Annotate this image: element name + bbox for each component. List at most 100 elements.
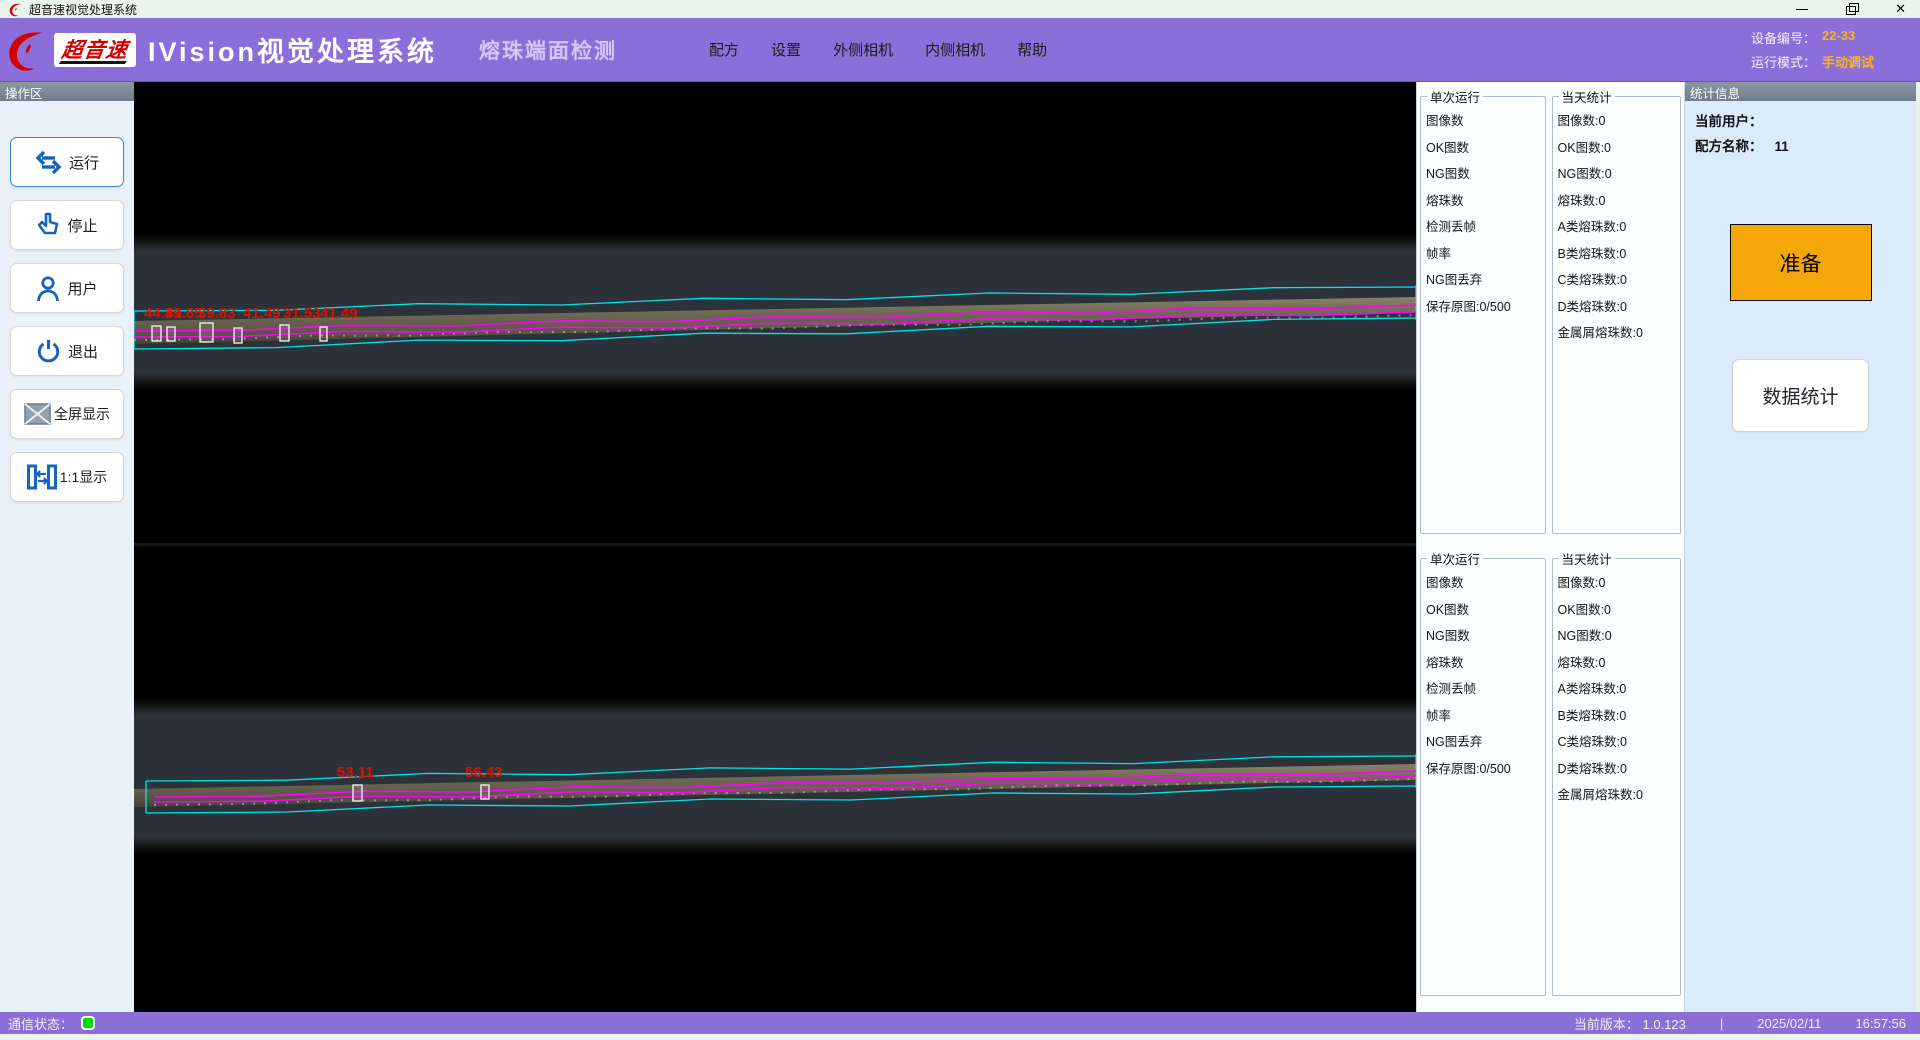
statistics-info-panel: 统计信息 当前用户： 配方名称： 11 准备 数据统计 (1684, 82, 1916, 1012)
outer-camera-overlay: 44.3941.8539.8341.4931.5341.49 (134, 85, 1416, 543)
fullscreen-button-label: 全屏显示 (54, 404, 110, 424)
run-mode-label: 运行模式： (1751, 52, 1816, 71)
window-frame-edge (0, 1034, 1920, 1040)
close-button[interactable]: ✕ (1895, 3, 1906, 15)
app-subtitle: 熔珠端面检测 (479, 35, 617, 65)
stat-row: OK图数:0 (1558, 135, 1680, 162)
stat-row: NG图数:0 (1558, 623, 1680, 650)
daily-stats-title: 当天统计 (1559, 549, 1615, 568)
stat-row: 图像数:0 (1558, 570, 1680, 597)
status-date: 2025/02/11 (1757, 1016, 1821, 1031)
svg-text:41.85: 41.85 (165, 305, 203, 322)
run-cycle-icon (35, 150, 62, 174)
stat-row: NG图数 (1426, 623, 1545, 650)
stat-row: B类熔珠数:0 (1558, 241, 1680, 268)
menu-item[interactable]: 帮助 (1017, 39, 1047, 60)
stat-row: 图像数 (1426, 108, 1545, 135)
app-window: 超音速视觉处理系统 ✕ 超音速 IVision视觉处理系统 熔珠端面检测 配方设… (0, 0, 1920, 1040)
power-icon (36, 339, 61, 364)
ready-button[interactable]: 准备 (1730, 224, 1872, 301)
stat-row: 检测丢帧 (1426, 676, 1545, 703)
operations-sidebar: 操作区 运行 停止 (0, 82, 134, 1012)
status-bar: 通信状态： 当前版本： 1.0.123 | 2025/02/11 16:57:5… (0, 1012, 1920, 1034)
stat-row: OK图数:0 (1558, 597, 1680, 624)
stat-row: 熔珠数:0 (1558, 188, 1680, 215)
daily-stats-title: 当天统计 (1559, 87, 1615, 106)
menu-bar: 配方 设置 外侧相机 内侧相机 帮助 (709, 39, 1047, 60)
stat-row: OK图数 (1426, 597, 1545, 624)
stat-row: D类熔珠数:0 (1558, 294, 1680, 321)
exit-button[interactable]: 退出 (10, 326, 124, 376)
stat-row: 保存原图:0/500 (1426, 756, 1545, 783)
stat-row: NG图丢弃 (1426, 267, 1545, 294)
data-statistics-button[interactable]: 数据统计 (1732, 359, 1869, 432)
titlebar: 超音速视觉处理系统 ✕ (0, 0, 1920, 18)
app-logo-icon (8, 2, 23, 17)
info-panel-title: 统计信息 (1685, 82, 1916, 101)
svg-text:41.49: 41.49 (320, 305, 358, 322)
version-label: 当前版本： (1574, 1017, 1639, 1032)
stop-button-label: 停止 (67, 215, 97, 236)
window-title: 超音速视觉处理系统 (29, 1, 137, 18)
user-icon (36, 275, 60, 301)
stat-row: A类熔珠数:0 (1558, 214, 1680, 241)
run-button-label: 运行 (69, 152, 99, 173)
stat-row: C类熔珠数:0 (1558, 267, 1680, 294)
header-bar: 超音速 IVision视觉处理系统 熔珠端面检测 配方设置外侧相机内侧相机帮助 … (0, 18, 1920, 82)
stat-row: 金属屑熔珠数:0 (1558, 320, 1680, 347)
one-to-one-button[interactable]: 1:1显示 (10, 452, 124, 502)
stat-row: NG图数:0 (1558, 161, 1680, 188)
menu-item[interactable]: 内侧相机 (925, 39, 985, 60)
svg-text:31.53: 31.53 (283, 305, 321, 322)
outer-camera-image-panel[interactable]: 44.3941.8539.8341.4931.5341.49 (134, 85, 1416, 543)
device-id-value: 22-33 (1822, 28, 1892, 47)
fullscreen-icon (24, 403, 51, 425)
user-button[interactable]: 用户 (10, 263, 124, 313)
svg-text:39.83: 39.83 (198, 305, 236, 322)
outer-camera-stats: 单次运行 图像数OK图数NG图数熔珠数检测丢帧帧率NG图丢弃保存原图:0/500… (1420, 87, 1681, 534)
one-to-one-icon (27, 464, 57, 490)
stat-row: 熔珠数:0 (1558, 650, 1680, 677)
daily-stats-group: 当天统计 图像数:0OK图数:0NG图数:0熔珠数:0A类熔珠数:0B类熔珠数:… (1552, 549, 1681, 996)
single-run-title: 单次运行 (1427, 549, 1483, 568)
comm-status-indicator (81, 1016, 95, 1030)
run-mode-value: 手动调试 (1822, 52, 1892, 71)
menu-item[interactable]: 设置 (771, 39, 801, 60)
run-button[interactable]: 运行 (10, 137, 124, 187)
current-user-label: 当前用户： (1695, 109, 1763, 134)
single-run-group: 单次运行 图像数OK图数NG图数熔珠数检测丢帧帧率NG图丢弃保存原图:0/500 (1420, 549, 1546, 996)
stat-row: NG图数 (1426, 161, 1545, 188)
stat-row: OK图数 (1426, 135, 1545, 162)
user-button-label: 用户 (67, 278, 97, 299)
stop-button[interactable]: 停止 (10, 200, 124, 250)
comm-status-label: 通信状态： (8, 1014, 73, 1033)
sidebar-title: 操作区 (0, 82, 134, 101)
stat-row: 图像数 (1426, 570, 1545, 597)
restore-button[interactable] (1845, 3, 1859, 15)
menu-item[interactable]: 外侧相机 (833, 39, 893, 60)
camera-view-area: 44.3941.8539.8341.4931.5341.49 53.1156.4… (134, 82, 1416, 1012)
brand-swoosh-icon (4, 27, 50, 73)
stat-row: 熔珠数 (1426, 650, 1545, 677)
menu-item[interactable]: 配方 (709, 39, 739, 60)
svg-text:41.49: 41.49 (243, 305, 281, 322)
status-time: 16:57:56 (1855, 1016, 1906, 1031)
stat-row: 金属屑熔珠数:0 (1558, 782, 1680, 809)
inner-camera-image-panel[interactable]: 53.11 56.43 (134, 546, 1416, 1004)
fullscreen-button[interactable]: 全屏显示 (10, 389, 124, 439)
stat-row: D类熔珠数:0 (1558, 756, 1680, 783)
svg-text:56.43: 56.43 (465, 764, 503, 781)
stat-row: NG图丢弃 (1426, 729, 1545, 756)
recipe-name-value: 11 (1775, 134, 1789, 159)
stat-row: A类熔珠数:0 (1558, 676, 1680, 703)
stop-hand-icon (36, 212, 60, 238)
brand-speedline (59, 61, 127, 64)
brand-logo: 超音速 (4, 27, 136, 73)
minimize-button[interactable] (1795, 3, 1809, 15)
stat-row: 保存原图:0/500 (1426, 294, 1545, 321)
device-id-label: 设备编号： (1751, 28, 1816, 47)
stat-row: 帧率 (1426, 241, 1545, 268)
svg-text:53.11: 53.11 (337, 764, 374, 781)
stat-row: C类熔珠数:0 (1558, 729, 1680, 756)
brand-wordmark: 超音速 (54, 33, 136, 67)
